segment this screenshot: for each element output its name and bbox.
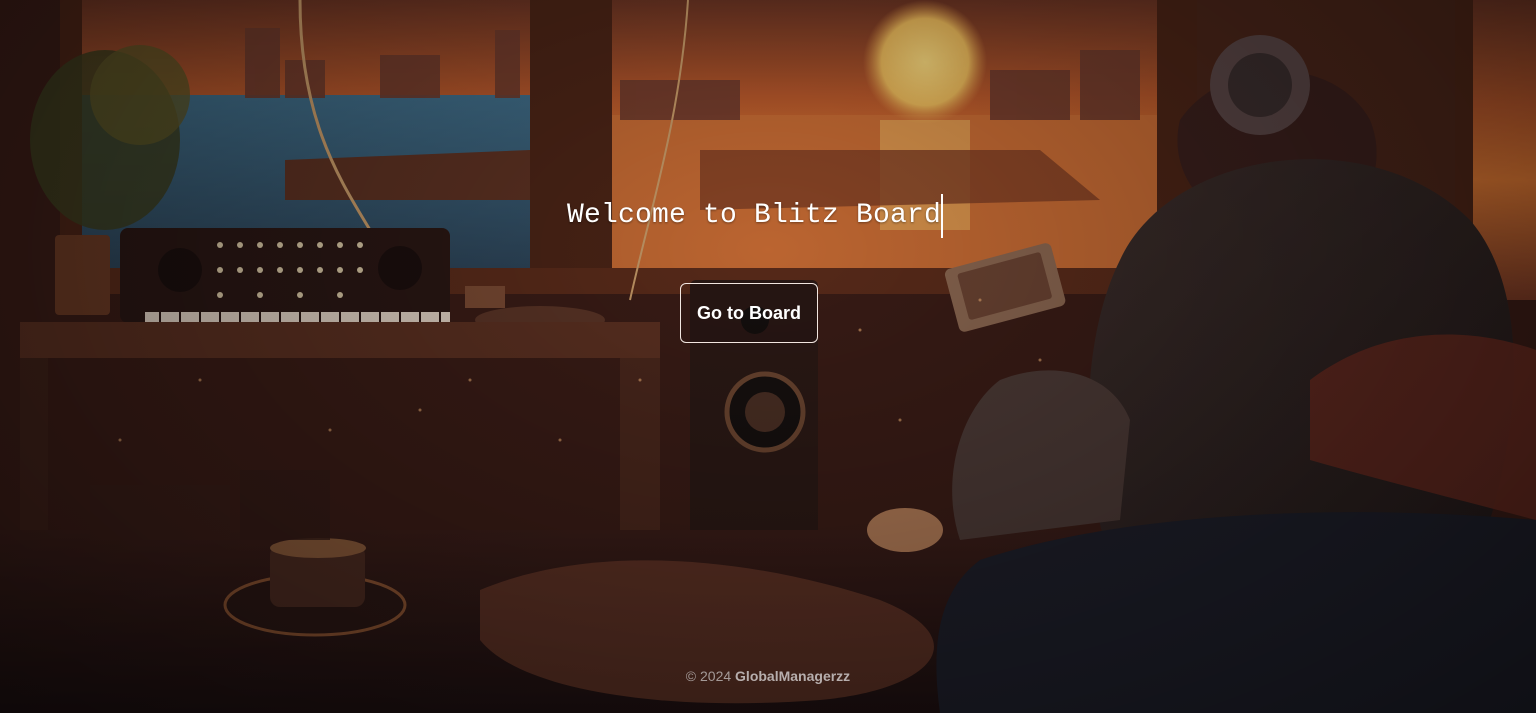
footer-copyright: © 2024 [685, 668, 732, 684]
footer: © 2024 GlobalManagerzz [0, 668, 1536, 684]
welcome-heading: Welcome to Blitz Board [567, 194, 944, 238]
background-illustration [0, 0, 1536, 713]
landing-page: Welcome to Blitz Board Go to Board © 202… [0, 0, 1536, 713]
go-to-board-button[interactable]: Go to Board [680, 283, 818, 343]
footer-brand: GlobalManagerzz [735, 668, 851, 684]
